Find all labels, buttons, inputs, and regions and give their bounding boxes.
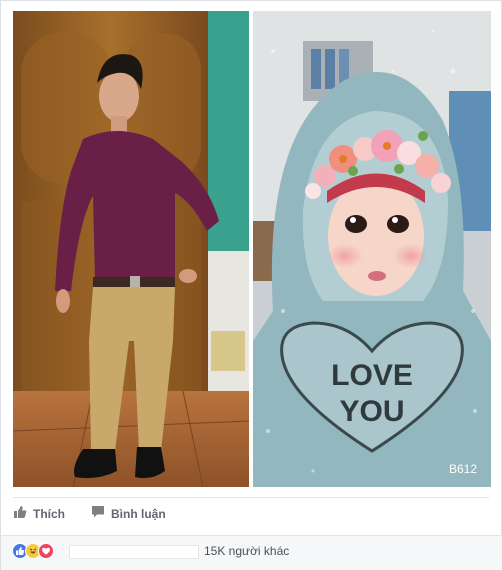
love-reaction-icon: [38, 543, 54, 559]
love-text: LOVE: [331, 359, 413, 392]
reactions-bar[interactable]: 15K người khác: [1, 535, 502, 570]
photo-man[interactable]: [13, 11, 249, 487]
redacted-names: [69, 545, 199, 559]
like-label: Thích: [33, 507, 65, 521]
divider: [13, 497, 489, 498]
comment-icon: [91, 505, 105, 524]
comment-button[interactable]: Bình luận: [91, 505, 166, 524]
thumbs-up-icon: [13, 505, 27, 524]
reaction-count[interactable]: 15K người khác: [204, 544, 289, 558]
b612-watermark: B612: [449, 462, 477, 476]
comment-label: Bình luận: [111, 507, 166, 521]
you-text: YOU: [339, 395, 404, 428]
facebook-post: LOVE YOU B612 Thích Bình luận 15K người …: [0, 0, 502, 570]
photo-baby[interactable]: LOVE YOU B612: [253, 11, 491, 487]
post-actions: Thích Bình luận: [13, 501, 192, 527]
reaction-icons: [12, 543, 54, 561]
photo-collage[interactable]: LOVE YOU B612: [13, 11, 491, 487]
like-button[interactable]: Thích: [13, 505, 65, 524]
